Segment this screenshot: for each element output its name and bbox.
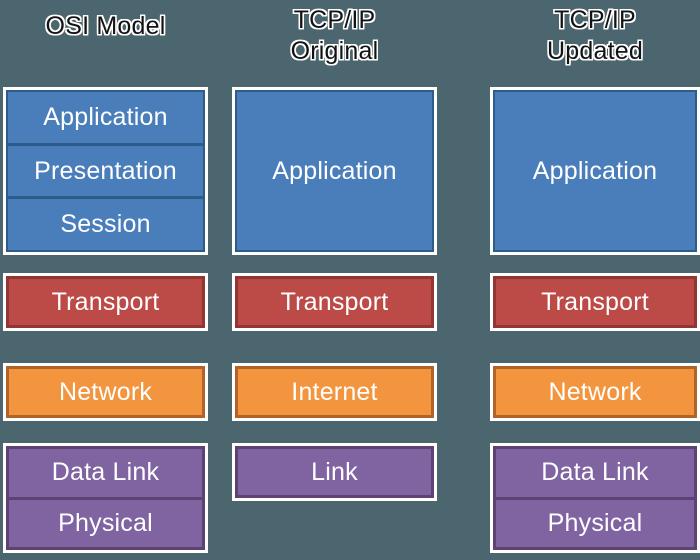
layer-box-network: Network [496,369,694,415]
column-title-tcpip-original-line1: TCP/IP [293,6,376,34]
orig-link-group: Link [232,443,437,501]
layer-box-internet: Internet [238,369,431,415]
column-title-tcpip-original-line2: Original [290,37,379,65]
osi-tcpip-comparison-diagram: OSI Model TCP/IP Original TCP/IP Updated… [0,0,700,560]
upd-network-group: Network [490,363,700,421]
column-title-tcpip-updated: TCP/IP Updated [490,5,700,67]
upd-datalink-group: Data Link Physical [490,443,700,553]
upd-transport-group: Transport [490,273,700,331]
layer-box-physical: Physical [9,499,202,547]
layer-box-transport: Transport [238,279,431,325]
osi-network-group: Network [3,363,208,421]
layer-box-session: Session [8,199,203,251]
layer-box-presentation: Presentation [8,145,203,197]
column-title-osi-model: OSI Model [45,12,166,40]
layer-box-application: Application [495,92,695,250]
layer-box-application: Application [8,92,203,143]
layer-box-data-link: Data Link [9,449,202,497]
layer-box-network: Network [9,369,202,415]
osi-application-group: Application Presentation Session [3,87,208,255]
layer-box-transport: Transport [9,279,202,325]
orig-application-group: Application [232,87,437,255]
orig-internet-group: Internet [232,363,437,421]
osi-datalink-group: Data Link Physical [3,443,208,553]
layer-box-link: Link [238,449,431,495]
column-title-tcpip-updated-line1: TCP/IP [554,6,636,34]
orig-transport-group: Transport [232,273,437,331]
layer-box-physical: Physical [496,499,694,547]
layer-box-application: Application [237,92,432,250]
layer-box-data-link: Data Link [496,449,694,497]
osi-transport-group: Transport [3,273,208,331]
layer-box-transport: Transport [496,279,694,325]
column-title-tcpip-updated-line2: Updated [547,37,643,65]
column-title-tcpip-original: TCP/IP Original [232,5,437,67]
upd-application-group: Application [490,87,700,255]
